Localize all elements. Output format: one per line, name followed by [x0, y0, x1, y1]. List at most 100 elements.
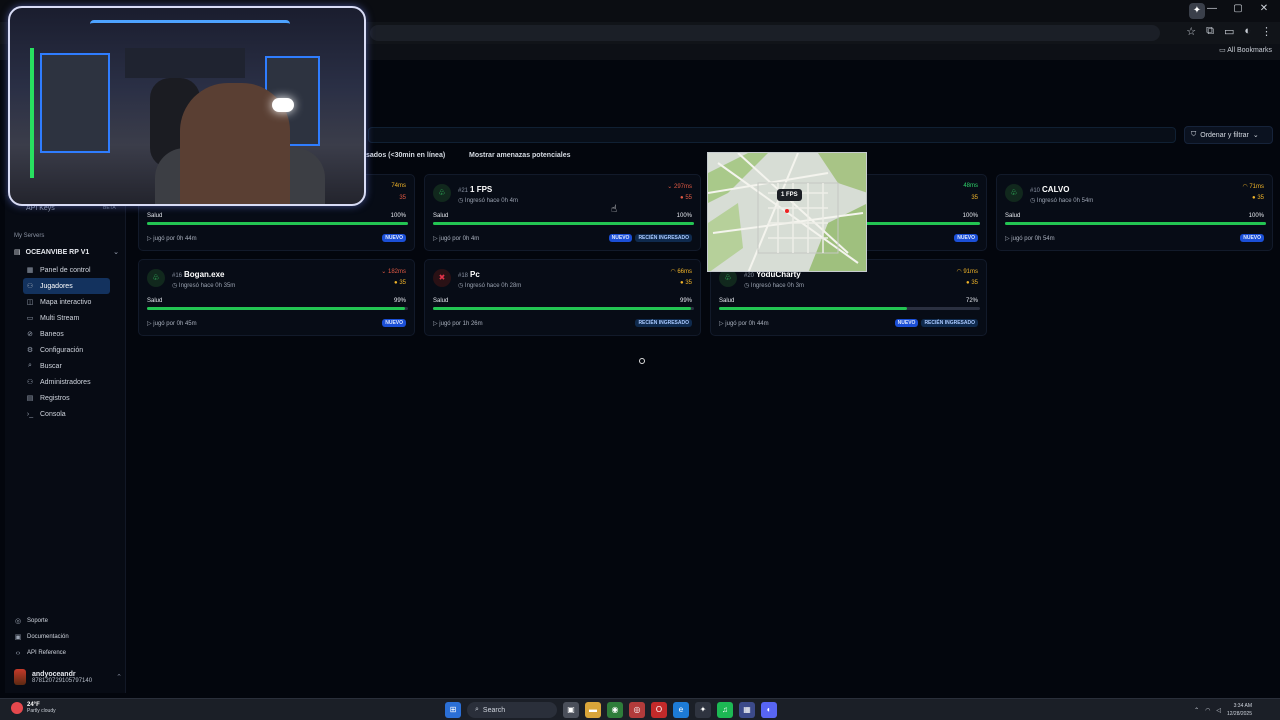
player-card[interactable]: ✖ #18 Pc ◷ Ingresó hace 0h 28m ◠ 66ms ● 3… — [424, 259, 701, 336]
server-selector[interactable]: ▤ OCEANVIBE RP V1 ⌄ — [14, 248, 119, 257]
windows-start-icon[interactable]: ⊞ — [445, 702, 461, 718]
system-tray: ⌃ ◠ ◁ 3:34 AM 12/28/2025 — [1194, 702, 1252, 718]
joined-time: ◷ Ingresó hace 0h 54m — [1030, 198, 1094, 204]
health-bar — [433, 222, 694, 225]
played-time: ▷ jugó por 1h 26m — [433, 321, 483, 327]
health-label: Salud — [433, 298, 449, 304]
volume-icon[interactable]: ◁ — [1216, 707, 1221, 714]
sidebar-item-documentacion[interactable]: ▣ Documentación — [14, 629, 69, 645]
recent-filter-toggle[interactable]: sados (<30min en línea) — [366, 152, 445, 159]
player-card[interactable]: ♧ #10 CALVO ◷ Ingresó hace 0h 54m ◠ 71ms … — [996, 174, 1273, 251]
discord-icon[interactable]: ◐ — [761, 702, 777, 718]
user-menu[interactable]: andyoceandr 878120729105797140 ⌃ — [14, 667, 122, 687]
maximize-button[interactable]: ▢ — [1230, 3, 1246, 14]
app-icon[interactable]: ▦ — [739, 702, 755, 718]
status-badge: RECIÉN INGRESADO — [635, 319, 692, 327]
sidebar-item-consola[interactable]: ›_ Consola — [23, 406, 110, 422]
sidebar-item-multistream[interactable]: ▭ Multi Stream — [23, 310, 110, 326]
cast-icon[interactable]: ▭ — [1224, 25, 1234, 38]
chevron-updown-icon: ⌃ — [116, 674, 122, 681]
played-time: ▷ jugó por 0h 44m — [147, 236, 197, 242]
sidebar-item-jugadores[interactable]: ⚇ Jugadores — [23, 278, 110, 294]
sidebar-item-configuracion[interactable]: ⚙ Configuración — [23, 342, 110, 358]
health-label: Salud — [147, 298, 163, 304]
played-time: ▷ jugó por 0h 45m — [147, 321, 197, 327]
joined-time: ◷ Ingresó hace 0h 28m — [458, 283, 522, 289]
points-value: ● 35 — [966, 280, 978, 286]
badges: NUEVO — [1240, 234, 1264, 242]
player-icon: ♧ — [1005, 184, 1023, 202]
user-id: 878120729105797140 — [32, 677, 93, 684]
map-icon: ◫ — [26, 299, 34, 306]
sidebar-item-api-reference[interactable]: ‹› API Reference — [14, 645, 69, 661]
chevron-down-icon: ⌄ — [113, 249, 119, 256]
chevron-up-icon[interactable]: ⌃ — [1194, 707, 1199, 714]
ping-value: ◠ 66ms — [670, 269, 692, 275]
taskbar-search[interactable]: ⌕ Search — [467, 702, 557, 718]
acoustic-panel — [40, 53, 110, 153]
sidebar-item-buscar[interactable]: ⌕ Buscar — [23, 358, 110, 374]
health-value: 100% — [676, 213, 692, 219]
clock[interactable]: 3:34 AM 12/28/2025 — [1227, 702, 1252, 718]
task-view-icon[interactable]: ▣ — [563, 702, 579, 718]
sidebar-nav: ▦ Panel de control ⚇ Jugadores ◫ Mapa inter… — [23, 262, 110, 422]
close-button[interactable]: ✕ — [1256, 3, 1272, 14]
app-icon[interactable]: ◎ — [629, 702, 645, 718]
joined-time: ◷ Ingresó hace 0h 3m — [744, 283, 804, 289]
health-value: 99% — [679, 298, 692, 304]
star-icon[interactable]: ☆ — [1186, 25, 1196, 38]
points-value: 35 — [399, 195, 406, 201]
webcam-overlay — [8, 6, 366, 206]
loading-indicator — [639, 358, 645, 364]
threat-filter-toggle[interactable]: Mostrar amenazas potenciales — [469, 152, 571, 159]
green-light — [30, 48, 34, 178]
threat-icon: ✖ — [433, 269, 451, 287]
support-icon: ◎ — [14, 618, 22, 625]
sidebar-item-baneos[interactable]: ⊘ Baneos — [23, 326, 110, 342]
sidebar-item-mapa[interactable]: ◫ Mapa interactivo — [23, 294, 110, 310]
profile-icon[interactable]: ◐ — [1244, 25, 1251, 38]
grid-icon: ▦ — [26, 267, 34, 274]
player-card[interactable]: ♧ #21 1 FPS ◷ Ingresó hace 0h 4m ⌄ 297ms … — [424, 174, 701, 251]
extensions-icon[interactable]: ⧉ — [1206, 25, 1214, 38]
status-badge: RECIÉN INGRESADO — [921, 319, 978, 327]
browser-toolbar: ☆ ⧉ ▭ ◐ ⋮ — [1186, 25, 1272, 38]
weather-desc: Partly cloudy — [27, 708, 56, 714]
folder-icon[interactable]: ▬ — [585, 702, 601, 718]
menu-icon[interactable]: ⋮ — [1261, 25, 1272, 38]
app-icon[interactable]: ✦ — [695, 702, 711, 718]
all-bookmarks[interactable]: ▭ All Bookmarks — [1219, 46, 1272, 54]
edge-icon[interactable]: e — [673, 702, 689, 718]
lamp — [272, 98, 294, 112]
health-bar — [719, 307, 980, 310]
search-input[interactable] — [368, 127, 1176, 143]
sidebar-item-api-keys[interactable]: API Keys — [26, 205, 55, 212]
sidebar-item-panel[interactable]: ▦ Panel de control — [23, 262, 110, 278]
weather-widget[interactable]: 24°F Partly cloudy — [11, 702, 56, 714]
sidebar-item-registros[interactable]: ▤ Registros — [23, 390, 110, 406]
url-field[interactable] — [370, 25, 1160, 41]
ban-icon: ⊘ — [27, 331, 33, 338]
section-title: My Servers — [14, 233, 45, 239]
chevron-down-icon: ⌄ — [1252, 132, 1259, 139]
map-preview[interactable]: 1 FPS — [707, 152, 867, 272]
joined-time: ◷ Ingresó hace 0h 4m — [458, 198, 518, 204]
window-controls: — ▢ ✕ — [1204, 3, 1272, 14]
opera-icon[interactable]: O — [651, 702, 667, 718]
sidebar-item-soporte[interactable]: ◎ Soporte — [14, 613, 69, 629]
player-card[interactable]: ♧ #16 Bogan.exe ◷ Ingresó hace 0h 35m ⌄ 1… — [138, 259, 415, 336]
spotify-icon[interactable]: ♫ — [717, 702, 733, 718]
chrome-icon[interactable]: ◉ — [607, 702, 623, 718]
sort-filter-button[interactable]: ⛉ Ordenar y filtrar ⌄ — [1184, 126, 1273, 144]
sidebar-item-administradores[interactable]: ⚇ Administradores — [23, 374, 110, 390]
wifi-icon[interactable]: ◠ — [1205, 707, 1210, 714]
status-badge: NUEVO — [382, 319, 406, 327]
ping-value: 48ms — [963, 183, 978, 189]
played-time: ▷ jugó por 0h 4m — [433, 236, 480, 242]
weather-icon — [11, 702, 23, 714]
points-value: ● 55 — [680, 195, 692, 201]
player-name: #18 Pc — [458, 270, 480, 279]
health-value: 100% — [1248, 213, 1264, 219]
minimize-button[interactable]: — — [1204, 3, 1220, 14]
extension-icon[interactable]: ✦ — [1189, 3, 1205, 19]
